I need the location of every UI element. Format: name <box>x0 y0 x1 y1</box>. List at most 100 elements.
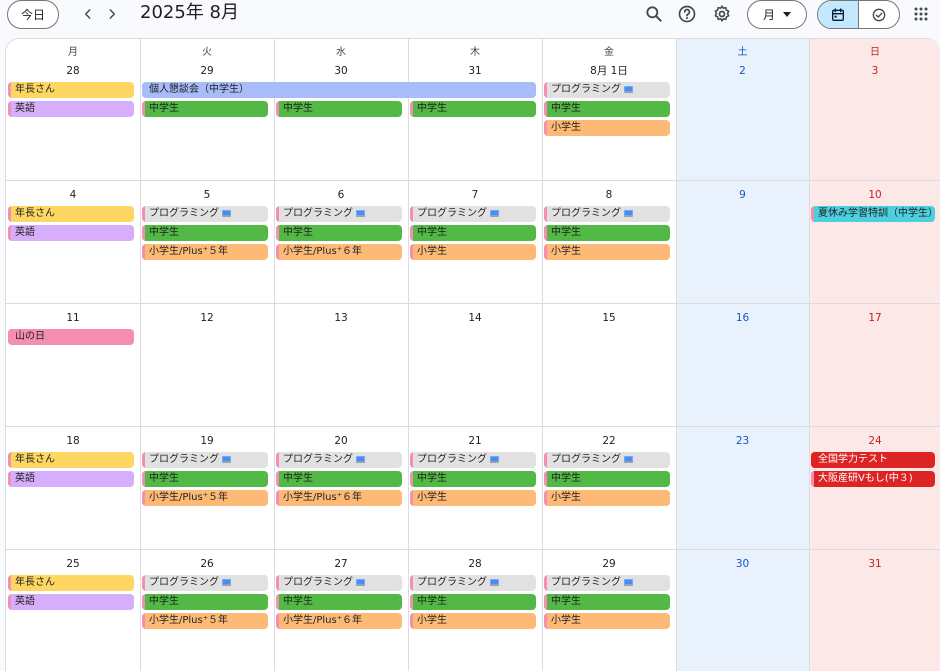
day-number[interactable]: 19 <box>140 434 274 448</box>
day-number[interactable]: 21 <box>408 434 542 448</box>
next-month-button[interactable] <box>100 3 124 25</box>
event-chip[interactable]: 小学生/Plus⁺５年 <box>142 490 268 506</box>
day-number[interactable]: 4 <box>6 188 140 202</box>
day-number[interactable]: 23 <box>676 434 809 448</box>
event-chip[interactable]: 中学生 <box>410 594 536 610</box>
day-number[interactable]: 18 <box>6 434 140 448</box>
event-chip[interactable]: プログラミング <box>544 452 670 468</box>
event-chip[interactable]: プログラミング <box>410 452 536 468</box>
event-chip[interactable]: 中学生 <box>142 101 268 117</box>
day-number[interactable]: 8月 1日 <box>542 64 676 78</box>
event-chip[interactable]: 中学生 <box>142 594 268 610</box>
event-chip[interactable]: 中学生 <box>544 225 670 241</box>
event-chip[interactable]: 中学生 <box>276 101 402 117</box>
day-number[interactable]: 9 <box>676 188 809 202</box>
event-chip[interactable]: 小学生 <box>410 244 536 260</box>
prev-month-button[interactable] <box>76 3 100 25</box>
event-chip[interactable]: 小学生 <box>544 613 670 629</box>
event-chip[interactable]: プログラミング <box>142 575 268 591</box>
day-number[interactable]: 27 <box>274 557 408 571</box>
event-chip[interactable]: 小学生 <box>544 120 670 136</box>
apps-button[interactable] <box>909 2 933 26</box>
day-number[interactable]: 30 <box>676 557 809 571</box>
event-chip[interactable]: 小学生 <box>410 490 536 506</box>
event-chip[interactable]: 小学生 <box>544 490 670 506</box>
event-chip[interactable]: 年長さん <box>8 206 134 222</box>
event-chip[interactable]: 小学生/Plus⁺５年 <box>142 244 268 260</box>
day-number[interactable]: 22 <box>542 434 676 448</box>
day-number[interactable]: 3 <box>809 64 940 78</box>
event-chip[interactable]: 全国学力テスト <box>811 452 935 468</box>
day-number[interactable]: 31 <box>809 557 940 571</box>
event-chip[interactable]: 英語 <box>8 594 134 610</box>
day-number[interactable]: 12 <box>140 311 274 325</box>
day-number[interactable]: 5 <box>140 188 274 202</box>
event-chip[interactable]: 英語 <box>8 225 134 241</box>
event-chip[interactable]: 小学生/Plus⁺６年 <box>276 244 402 260</box>
event-chip[interactable]: プログラミング <box>276 575 402 591</box>
event-chip[interactable]: 年長さん <box>8 452 134 468</box>
day-number[interactable]: 8 <box>542 188 676 202</box>
event-chip[interactable]: プログラミング <box>544 82 670 98</box>
event-chip[interactable]: 中学生 <box>544 471 670 487</box>
event-chip[interactable]: プログラミング <box>544 575 670 591</box>
view-selector[interactable]: 月 <box>747 0 807 29</box>
event-chip[interactable]: 山の日 <box>8 329 134 345</box>
event-chip[interactable]: 中学生 <box>142 471 268 487</box>
day-number[interactable]: 28 <box>408 557 542 571</box>
event-chip[interactable]: 小学生/Plus⁺６年 <box>276 613 402 629</box>
event-chip[interactable]: 小学生/Plus⁺５年 <box>142 613 268 629</box>
day-number[interactable]: 24 <box>809 434 940 448</box>
event-chip[interactable]: プログラミング <box>276 452 402 468</box>
event-chip[interactable]: 年長さん <box>8 82 134 98</box>
settings-button[interactable] <box>710 2 734 26</box>
today-button[interactable]: 今日 <box>7 0 59 29</box>
event-chip[interactable]: 中学生 <box>142 225 268 241</box>
day-number[interactable]: 14 <box>408 311 542 325</box>
event-chip[interactable]: 英語 <box>8 471 134 487</box>
day-number[interactable]: 6 <box>274 188 408 202</box>
search-button[interactable] <box>642 2 666 26</box>
event-chip[interactable]: プログラミング <box>142 206 268 222</box>
event-chip[interactable]: 個人懇談会（中学生） <box>142 82 536 98</box>
day-number[interactable]: 29 <box>542 557 676 571</box>
day-number[interactable]: 25 <box>6 557 140 571</box>
event-chip[interactable]: 中学生 <box>544 101 670 117</box>
day-number[interactable]: 20 <box>274 434 408 448</box>
day-number[interactable]: 15 <box>542 311 676 325</box>
event-chip[interactable]: 中学生 <box>410 101 536 117</box>
day-number[interactable]: 26 <box>140 557 274 571</box>
event-chip[interactable]: 中学生 <box>544 594 670 610</box>
day-number[interactable]: 2 <box>676 64 809 78</box>
event-chip[interactable]: 中学生 <box>276 225 402 241</box>
event-chip[interactable]: 中学生 <box>410 225 536 241</box>
event-chip[interactable]: プログラミング <box>410 575 536 591</box>
day-number[interactable]: 7 <box>408 188 542 202</box>
day-number[interactable]: 16 <box>676 311 809 325</box>
event-chip[interactable]: 小学生 <box>544 244 670 260</box>
day-number[interactable]: 10 <box>809 188 940 202</box>
event-chip[interactable]: 小学生/Plus⁺６年 <box>276 490 402 506</box>
event-chip[interactable]: 大阪産研Vもし(中３) <box>811 471 935 487</box>
event-chip[interactable]: 夏休み学習特訓（中学生） <box>811 206 935 222</box>
event-chip[interactable]: 英語 <box>8 101 134 117</box>
event-chip[interactable]: プログラミング <box>410 206 536 222</box>
event-chip[interactable]: プログラミング <box>276 206 402 222</box>
event-chip[interactable]: 中学生 <box>276 471 402 487</box>
tasks-view-button[interactable] <box>858 1 899 28</box>
day-number[interactable]: 11 <box>6 311 140 325</box>
day-number[interactable]: 31 <box>408 64 542 78</box>
event-chip[interactable]: 年長さん <box>8 575 134 591</box>
day-number[interactable]: 30 <box>274 64 408 78</box>
calendar-view-button[interactable] <box>818 1 858 28</box>
event-chip[interactable]: 中学生 <box>276 594 402 610</box>
event-chip[interactable]: プログラミング <box>142 452 268 468</box>
event-chip[interactable]: 中学生 <box>410 471 536 487</box>
day-number[interactable]: 17 <box>809 311 940 325</box>
day-number[interactable]: 29 <box>140 64 274 78</box>
day-number[interactable]: 28 <box>6 64 140 78</box>
event-chip[interactable]: 小学生 <box>410 613 536 629</box>
day-number[interactable]: 13 <box>274 311 408 325</box>
help-button[interactable] <box>675 2 699 26</box>
event-chip[interactable]: プログラミング <box>544 206 670 222</box>
